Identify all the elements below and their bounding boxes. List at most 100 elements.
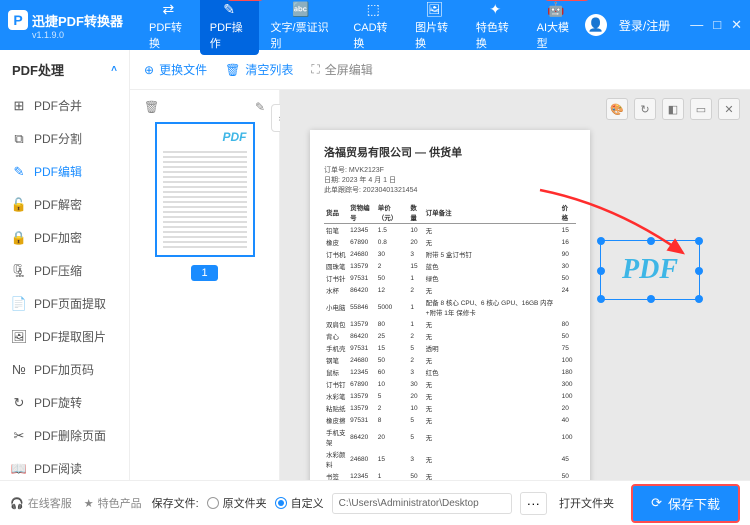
main-body: PDF处理 ˄ ⊞PDF合并⧉PDF分割✎PDF编辑🔓PDF解密🔒PDF加密🗜P… [0, 50, 750, 480]
sidebar-item-PDF提取图片[interactable]: 🖼PDF提取图片 [0, 320, 129, 353]
sidebar-heading[interactable]: PDF处理 ˄ [0, 50, 129, 89]
page-preview: 洛福贸易有限公司 — 供货单 订单号: MVK2123F 日期: 2023 年 … [310, 130, 590, 480]
clear-list-button[interactable]: 🗑 清空列表 [225, 61, 293, 78]
tab-icon: 🔤 [291, 0, 311, 19]
radio-same-folder[interactable]: 原文件夹 [207, 495, 267, 511]
content-toolbar: ⊕ 更换文件 🗑 清空列表 ⛶ 全屏编辑 [130, 50, 750, 90]
tool-paint-icon[interactable]: 🎨 [606, 98, 628, 120]
watermark-box[interactable]: PDF [600, 240, 700, 300]
footer: 🎧 在线客服 ★ 特色产品 保存文件: 原文件夹 自定义 C:\Users\Ad… [0, 480, 750, 525]
sidebar-item-PDF加密[interactable]: 🔒PDF加密 [0, 221, 129, 254]
handle-mr[interactable] [695, 267, 703, 275]
tab-特色转换[interactable]: ✦特色转换 [466, 0, 525, 55]
close-button[interactable]: ✕ [731, 17, 742, 33]
tab-label: PDF操作 [210, 19, 249, 51]
replace-file-button[interactable]: ⊕ 更换文件 [144, 61, 207, 78]
browse-button[interactable]: ··· [520, 492, 547, 515]
tab-图片转换[interactable]: 🖼图片转换 [405, 0, 464, 55]
radio-custom-folder[interactable]: 自定义 [275, 495, 324, 511]
sidebar-item-PDF删除页面[interactable]: ✂PDF删除页面 [0, 419, 129, 452]
app-version: v1.1.9.0 [32, 30, 123, 40]
tab-icon: ✦ [485, 0, 505, 19]
handle-tc[interactable] [647, 237, 655, 245]
handle-bc[interactable] [647, 295, 655, 303]
save-path-label: 保存文件: [152, 495, 199, 511]
content: ⊕ 更换文件 🗑 清空列表 ⛶ 全屏编辑 🗑 ✎ PDF [130, 50, 750, 480]
login-link[interactable]: 登录/注册 [619, 17, 670, 34]
side-icon: 📖 [12, 462, 26, 476]
sidebar-item-PDF解密[interactable]: 🔓PDF解密 [0, 188, 129, 221]
tab-label: 文字/票证识别 [271, 19, 332, 51]
handle-tr[interactable] [695, 237, 703, 245]
sidebar-item-PDF旋转[interactable]: ↻PDF旋转 [0, 386, 129, 419]
app-name: 迅捷PDF转换器 [32, 11, 123, 30]
sidebar: PDF处理 ˄ ⊞PDF合并⧉PDF分割✎PDF编辑🔓PDF解密🔒PDF加密🗜P… [0, 50, 130, 480]
thumb-pdf-mark: PDF [223, 130, 247, 144]
tab-CAD转换[interactable]: ⬚CAD转换 [343, 0, 403, 55]
sidebar-item-PDF压缩[interactable]: 🗜PDF压缩 [0, 254, 129, 287]
page-thumbnail[interactable]: PDF [155, 122, 255, 257]
tab-icon: ⬚ [363, 0, 383, 19]
window-controls: — □ ✕ [690, 17, 742, 33]
sidebar-item-PDF阅读[interactable]: 📖PDF阅读 [0, 452, 129, 485]
tab-icon: 🤖 [546, 0, 566, 19]
featured-link[interactable]: ★ 特色产品 [84, 495, 142, 511]
min-button[interactable]: — [690, 17, 703, 33]
tab-icon: ⇄ [158, 0, 178, 19]
side-icon: 🔒 [12, 231, 26, 245]
main-tabs: ⇄PDF转换PDF编辑✎PDF操作🔤文字/票证识别⬚CAD转换🖼图片转换✦特色转… [139, 0, 585, 55]
trash-icon: 🗑 [225, 63, 240, 77]
save-download-button[interactable]: ⟳ 保存下载 [631, 484, 740, 523]
tool-delete-icon[interactable]: ✕ [718, 98, 740, 120]
side-icon: ✂ [12, 429, 26, 443]
max-button[interactable]: □ [713, 17, 721, 33]
refresh-icon: ⟳ [651, 495, 662, 511]
side-icon: 🖼 [12, 330, 26, 344]
handle-br[interactable] [695, 295, 703, 303]
tab-label: AI大模型 [537, 19, 575, 51]
handle-bl[interactable] [597, 295, 605, 303]
tab-label: PDF转换 [149, 19, 188, 51]
side-icon: 📄 [12, 297, 26, 311]
tool-crop-icon[interactable]: ▭ [690, 98, 712, 120]
side-icon: ↻ [12, 396, 26, 410]
tab-PDF转换[interactable]: ⇄PDF转换 [139, 0, 198, 55]
sidebar-item-PDF编辑[interactable]: ✎PDF编辑 [0, 155, 129, 188]
handle-ml[interactable] [597, 267, 605, 275]
tab-label: 图片转换 [415, 19, 454, 51]
sidebar-item-PDF加页码[interactable]: №PDF加页码 [0, 353, 129, 386]
tab-PDF操作[interactable]: PDF编辑✎PDF操作 [200, 0, 259, 55]
sidebar-item-PDF页面提取[interactable]: 📄PDF页面提取 [0, 287, 129, 320]
annotate-icon[interactable]: ✎ [255, 100, 265, 114]
side-icon: ⊞ [12, 99, 26, 113]
thumbnail-panel: 🗑 ✎ PDF 1 › [130, 90, 280, 480]
sidebar-heading-label: PDF处理 [12, 60, 64, 79]
handle-tl[interactable] [597, 237, 605, 245]
side-icon: ⧉ [12, 132, 26, 146]
tab-label: 特色转换 [476, 19, 515, 51]
tab-icon: 🖼 [425, 0, 445, 19]
doc-title: 洛福贸易有限公司 — 供货单 [324, 144, 576, 160]
avatar-icon[interactable]: 👤 [585, 14, 607, 36]
open-folder-link[interactable]: 打开文件夹 [559, 495, 614, 511]
delete-page-icon[interactable]: 🗑 [144, 100, 159, 114]
preview-toolbar: 🎨 ↻ ◧ ▭ ✕ [606, 98, 740, 120]
side-icon: 🗜 [12, 264, 26, 278]
sidebar-item-PDF分割[interactable]: ⧉PDF分割 [0, 122, 129, 155]
support-link[interactable]: 🎧 在线客服 [10, 495, 72, 511]
file-add-icon: ⊕ [144, 63, 154, 77]
app-logo: P 迅捷PDF转换器 v1.1.9.0 [8, 10, 123, 40]
fullscreen-button[interactable]: ⛶ 全屏编辑 [311, 61, 372, 78]
tool-opacity-icon[interactable]: ◧ [662, 98, 684, 120]
preview-area[interactable]: 🎨 ↻ ◧ ▭ ✕ 洛福贸易有限公司 — 供货单 订单号: MVK2123F 日… [280, 90, 750, 480]
path-input[interactable]: C:\Users\Administrator\Desktop [332, 493, 512, 514]
side-icon: 🔓 [12, 198, 26, 212]
titlebar-right: 👤 登录/注册 — □ ✕ [585, 14, 742, 36]
side-icon: № [12, 363, 26, 377]
app-icon: P [8, 10, 28, 30]
tab-AI大模型[interactable]: AI解决文档🤖AI大模型 [527, 0, 585, 55]
watermark-text: PDF [622, 254, 678, 286]
tab-文字/票证识别[interactable]: 🔤文字/票证识别 [261, 0, 342, 55]
tool-refresh-icon[interactable]: ↻ [634, 98, 656, 120]
sidebar-item-PDF合并[interactable]: ⊞PDF合并 [0, 89, 129, 122]
